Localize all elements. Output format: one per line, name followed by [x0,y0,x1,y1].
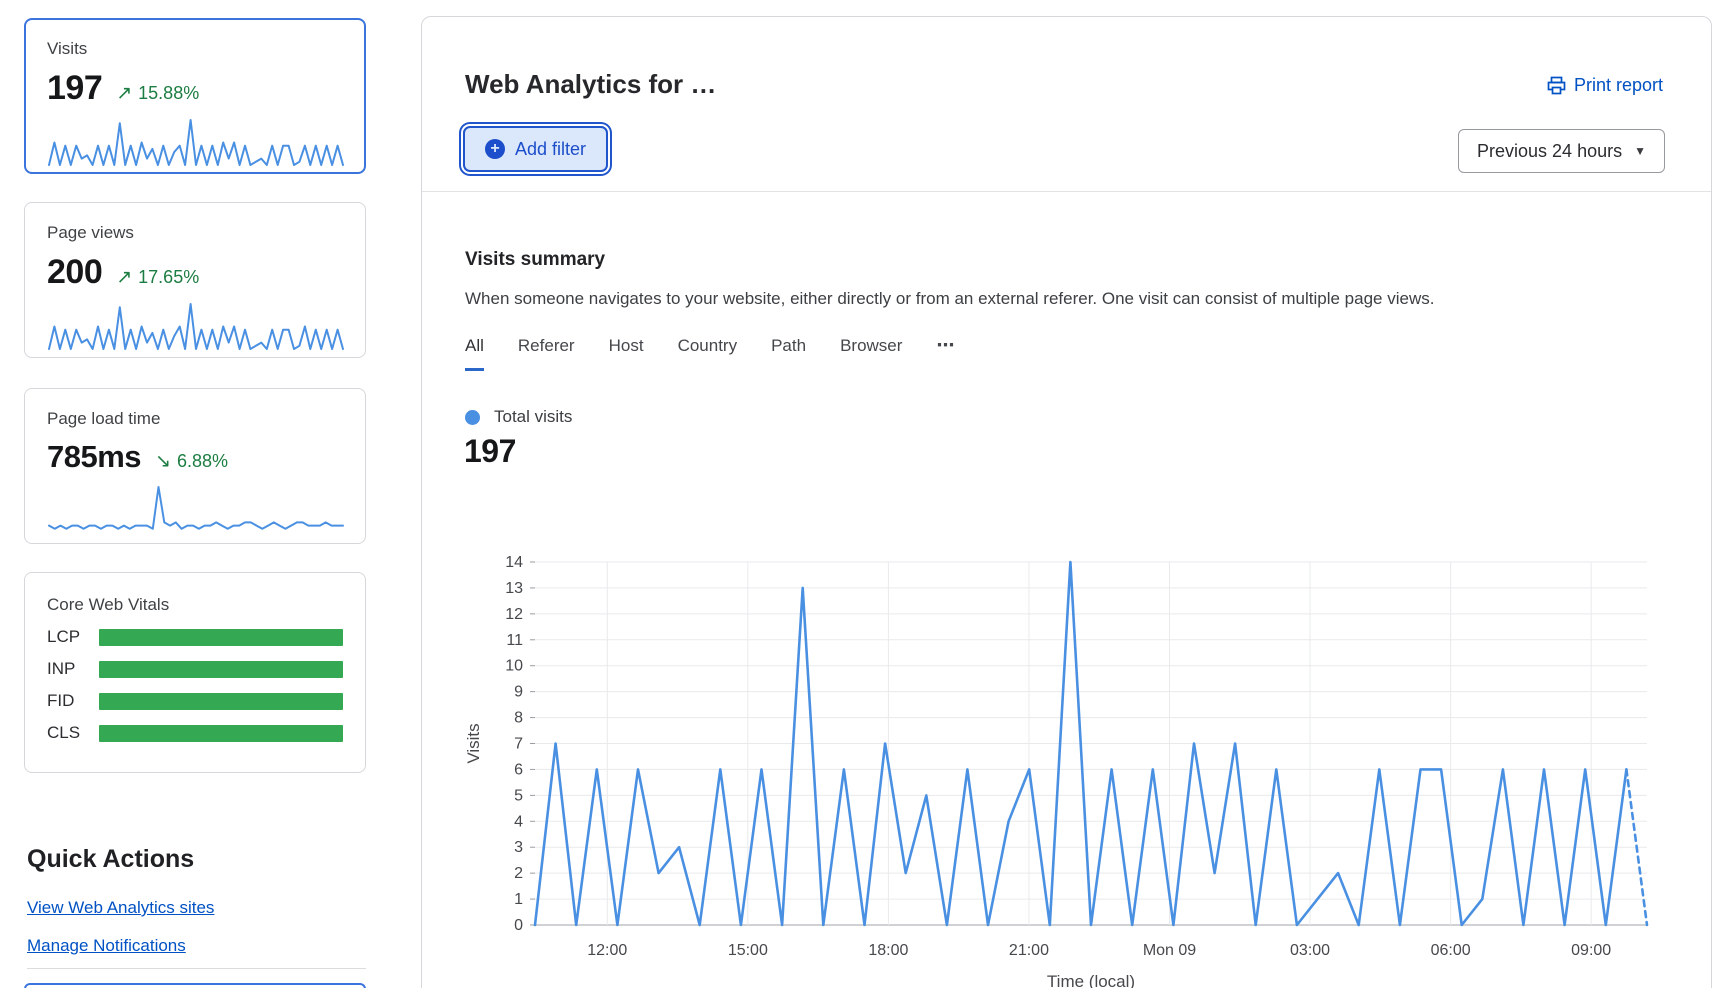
view-web-analytics-sites-link[interactable]: View Web Analytics sites [27,898,214,918]
metric-trend: ↘ 6.88% [155,451,228,472]
trend-down-icon: ↘ [155,452,171,471]
trend-percent: 6.88% [177,451,228,472]
trend-up-icon: ↗ [116,268,132,287]
metric-value: 785ms [47,439,141,475]
total-visits-value: 197 [464,433,516,470]
tab-all[interactable]: All [465,336,484,371]
svg-text:12: 12 [505,606,523,623]
cwv-good-bar [99,693,343,710]
svg-text:13: 13 [505,580,523,597]
svg-text:1: 1 [514,891,523,908]
time-range-label: Previous 24 hours [1477,141,1622,162]
svg-text:10: 10 [505,658,523,675]
metric-card-page-load-time[interactable]: Page load time 785ms ↘ 6.88% [24,388,366,544]
svg-text:Visits: Visits [464,723,483,763]
svg-text:11: 11 [506,632,523,649]
page-views-sparkline-chart [47,300,345,352]
svg-text:03:00: 03:00 [1290,942,1330,959]
metric-trend: ↗ 15.88% [116,83,199,104]
quick-actions-heading: Quick Actions [27,845,194,874]
legend-label: Total visits [494,407,572,427]
cwv-metric-label: LCP [47,627,99,647]
svg-text:Mon 09: Mon 09 [1143,942,1196,959]
tab-browser[interactable]: Browser [840,336,902,371]
trend-percent: 17.65% [138,267,199,288]
svg-text:09:00: 09:00 [1571,942,1611,959]
svg-text:0: 0 [514,917,523,934]
manage-notifications-link[interactable]: Manage Notifications [27,936,186,956]
svg-text:06:00: 06:00 [1431,942,1471,959]
svg-text:Time (local): Time (local) [1047,972,1135,988]
legend-total-visits[interactable]: Total visits [465,407,572,427]
svg-text:6: 6 [514,761,523,778]
cwv-good-bar [99,629,343,646]
tab-path[interactable]: Path [771,336,806,371]
plus-circle-icon: + [485,139,505,159]
metric-value: 200 [47,253,102,292]
tab-referer[interactable]: Referer [518,336,575,371]
cwv-metric-label: FID [47,691,99,711]
svg-text:12:00: 12:00 [587,942,627,959]
tab-host[interactable]: Host [609,336,644,371]
cwv-row-cls: CLS [47,723,343,743]
svg-text:4: 4 [514,813,523,830]
visits-summary-description: When someone navigates to your website, … [465,289,1605,309]
sidebar-divider [27,968,366,969]
cwv-metric-label: INP [47,659,99,679]
cwv-metric-label: CLS [47,723,99,743]
next-card-top-edge [24,983,366,988]
tab-more-ellipsis[interactable]: ⋯ [936,335,955,371]
web-analytics-dashboard: Visits 197 ↗ 15.88% Page views 200 ↗ 17.… [0,0,1730,988]
metric-card-title: Visits [47,39,343,59]
page-load-sparkline-chart [47,483,345,535]
visits-sparkline-chart [47,116,345,168]
cwv-row-lcp: LCP [47,627,343,647]
page-title: Web Analytics for … [465,69,716,100]
header-divider [422,191,1711,192]
core-web-vitals-title: Core Web Vitals [47,595,343,615]
metric-card-page-views[interactable]: Page views 200 ↗ 17.65% [24,202,366,358]
visits-summary-title: Visits summary [465,249,605,271]
svg-text:2: 2 [514,865,523,882]
dimension-tabs: All Referer Host Country Path Browser ⋯ [465,335,955,371]
svg-text:5: 5 [514,787,523,804]
core-web-vitals-card[interactable]: Core Web Vitals LCP INP FID CLS [24,572,366,773]
svg-text:18:00: 18:00 [868,942,908,959]
visits-line-chart[interactable]: 0123456789101112131412:0015:0018:0021:00… [441,531,1691,988]
print-report-label: Print report [1574,75,1663,96]
svg-text:15:00: 15:00 [728,942,768,959]
svg-text:3: 3 [514,839,523,856]
svg-text:14: 14 [505,554,523,571]
svg-text:9: 9 [514,684,523,701]
svg-text:8: 8 [514,710,523,727]
print-report-link[interactable]: Print report [1547,75,1663,96]
cwv-row-inp: INP [47,659,343,679]
add-filter-label: Add filter [515,139,586,160]
trend-percent: 15.88% [138,83,199,104]
trend-up-icon: ↗ [116,84,132,103]
cwv-good-bar [99,725,343,742]
svg-text:21:00: 21:00 [1009,942,1049,959]
printer-icon [1547,76,1566,95]
svg-text:7: 7 [514,736,523,753]
metric-trend: ↗ 17.65% [116,267,199,288]
add-filter-button[interactable]: + Add filter [463,126,608,172]
chart-canvas[interactable]: 0123456789101112131412:0015:0018:0021:00… [441,531,1691,988]
metric-card-title: Page views [47,223,343,243]
tab-country[interactable]: Country [678,336,738,371]
metric-card-visits[interactable]: Visits 197 ↗ 15.88% [24,18,366,174]
metric-card-title: Page load time [47,409,343,429]
cwv-good-bar [99,661,343,678]
metric-value: 197 [47,69,102,108]
time-range-dropdown[interactable]: Previous 24 hours ▼ [1458,129,1665,173]
legend-dot-icon [465,410,480,425]
cwv-row-fid: FID [47,691,343,711]
analytics-report-card: Web Analytics for … Print report + Add f… [421,16,1712,988]
caret-down-icon: ▼ [1634,144,1646,158]
